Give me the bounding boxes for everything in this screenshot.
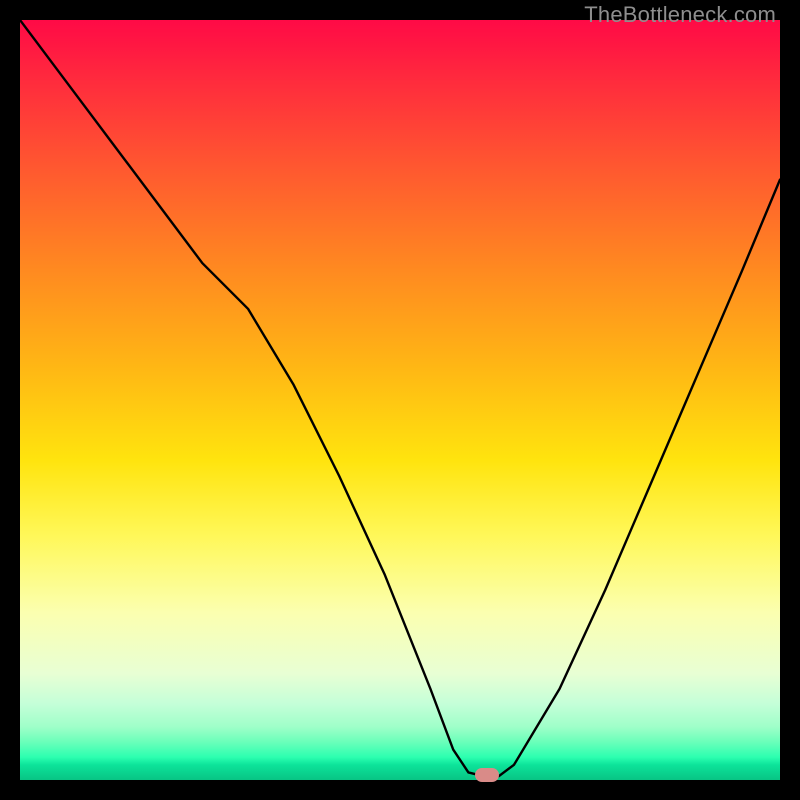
watermark-text: TheBottleneck.com	[584, 2, 776, 28]
optimal-point-marker	[475, 768, 499, 782]
chart-frame: TheBottleneck.com	[0, 0, 800, 800]
bottleneck-curve	[20, 20, 780, 780]
plot-area	[20, 20, 780, 780]
